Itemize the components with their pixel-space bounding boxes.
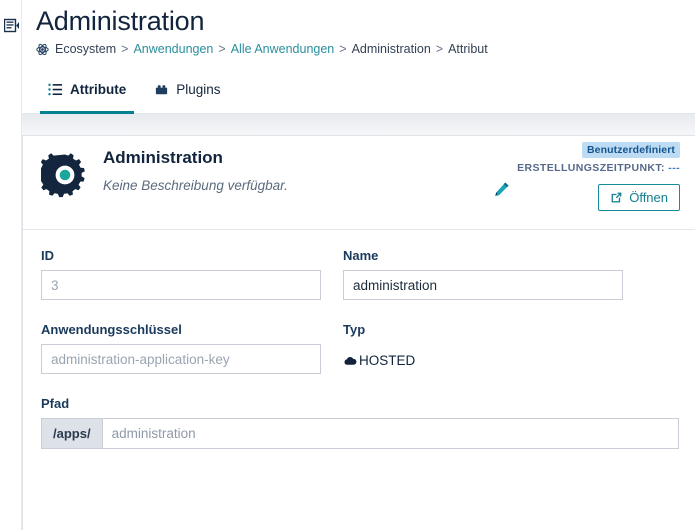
left-rail [0, 0, 22, 530]
breadcrumb-item-alle-anwendungen[interactable]: Alle Anwendungen [231, 41, 335, 57]
field-app-key: Anwendungsschlüssel [41, 322, 321, 374]
breadcrumb-separator: > [218, 42, 226, 56]
path-input-group: /apps/ [41, 418, 679, 449]
status-badge: Benutzerdefiniert [581, 142, 680, 158]
breadcrumb-item-administration: Administration [351, 42, 431, 56]
page-header: Administration Ecosystem > Anwendungen >… [22, 0, 695, 64]
content-area: Administration Keine Beschreibung verfüg… [22, 114, 695, 530]
field-type: Typ HOSTED [343, 322, 623, 374]
application-detail-card: Administration Keine Beschreibung verfüg… [22, 135, 695, 530]
created-timestamp-label: ERSTELLUNGSZEITPUNKT: [517, 162, 665, 174]
tab-bar: Attribute Plugins [22, 64, 695, 114]
id-label: ID [41, 248, 54, 263]
gear-icon [37, 151, 89, 199]
tab-plugins[interactable]: Plugins [150, 64, 224, 114]
app-key-label: Anwendungsschlüssel [41, 322, 182, 337]
tab-attribute[interactable]: Attribute [39, 64, 135, 114]
id-input[interactable] [41, 270, 321, 300]
breadcrumb-item-attribut: Attribut [448, 42, 488, 56]
open-button[interactable]: Öffnen [598, 184, 680, 211]
list-icon [48, 82, 63, 97]
type-label: Typ [343, 322, 366, 337]
field-id: ID [41, 248, 321, 300]
app-key-input[interactable] [41, 344, 321, 374]
card-title: Administration [103, 148, 223, 167]
card-header: Administration Keine Beschreibung verfüg… [23, 136, 695, 229]
application-window: Administration Ecosystem > Anwendungen >… [0, 0, 695, 530]
breadcrumb-item-ecosystem: Ecosystem [55, 42, 117, 56]
type-value: HOSTED [359, 353, 416, 368]
breadcrumb-separator: > [435, 42, 444, 56]
tab-plugins-label: Plugins [176, 81, 221, 97]
open-button-label: Öffnen [629, 190, 668, 205]
created-timestamp: ERSTELLUNGSZEITPUNKT: --- [517, 162, 680, 174]
name-input[interactable] [343, 270, 623, 300]
tab-attribute-label: Attribute [70, 81, 127, 97]
breadcrumb-item-anwendungen[interactable]: Anwendungen [133, 41, 213, 57]
path-input[interactable] [102, 419, 678, 448]
page-title: Administration [36, 6, 205, 36]
ecosystem-icon [36, 43, 49, 56]
card-description: Keine Beschreibung verfügbar. [103, 178, 288, 193]
form-row-path: Pfad /apps/ [41, 396, 679, 449]
created-timestamp-value: --- [668, 162, 680, 174]
breadcrumb-separator: > [121, 42, 129, 56]
attribute-form: ID Name Anwendungsschlüssel Typ [23, 230, 695, 449]
external-link-icon [610, 191, 623, 204]
form-row-appkey-type: Anwendungsschlüssel Typ HOSTED [41, 322, 679, 374]
pencil-icon[interactable] [493, 181, 510, 198]
type-value-wrapper: HOSTED [343, 344, 623, 374]
breadcrumb-separator: > [339, 42, 347, 56]
breadcrumb: Ecosystem > Anwendungen > Alle Anwendung… [36, 41, 488, 57]
name-label: Name [343, 248, 379, 263]
collapse-sidebar-icon[interactable] [3, 18, 20, 34]
form-row-id-name: ID Name [41, 248, 679, 300]
plugin-icon [154, 82, 169, 97]
cloud-icon [343, 354, 357, 368]
field-name: Name [343, 248, 623, 300]
field-path: Pfad /apps/ [41, 396, 679, 449]
path-prefix-addon: /apps/ [42, 419, 103, 448]
path-label: Pfad [41, 396, 70, 411]
